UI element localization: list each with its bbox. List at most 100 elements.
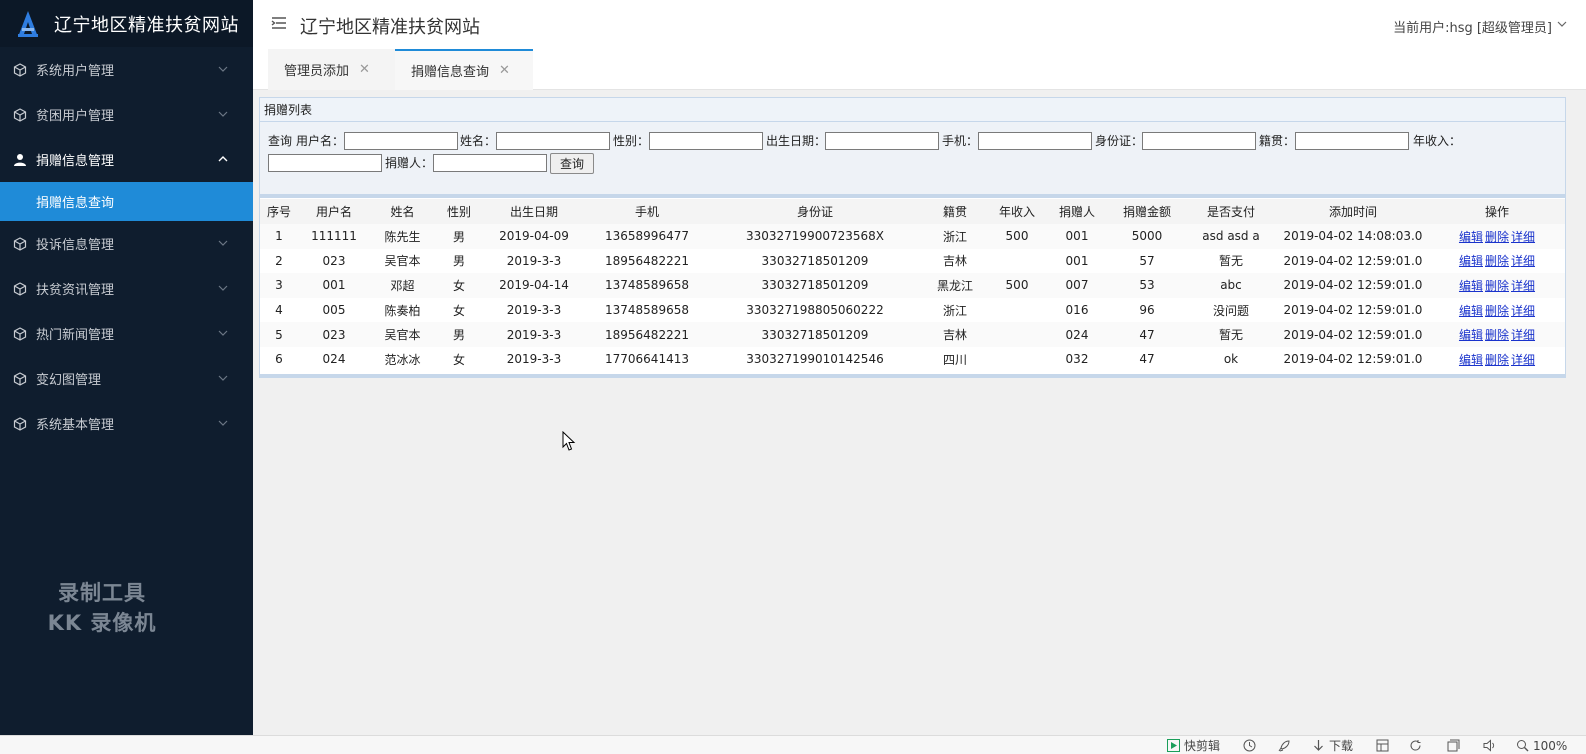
column-header: 姓名 [370,199,435,224]
edit-link[interactable]: 编辑 [1459,279,1483,293]
tab-label: 捐赠信息查询 [411,65,490,80]
table-cell: 女 [435,273,483,298]
status-item-refresh[interactable] [1409,737,1426,754]
table-cell: 女 [452,352,465,367]
hometown-input[interactable] [1295,132,1409,150]
detail-link[interactable]: 详细 [1511,279,1535,293]
chevron-down-icon [218,111,228,117]
table-cell: 33032719900723568X [709,224,921,249]
table-cell: 2019-04-14 [483,273,585,298]
phone-input[interactable] [978,132,1092,150]
sidebar-item-poor-users[interactable]: 贫困用户管理 [0,92,253,137]
table-cell: 2019-04-02 12:59:01.0 [1283,352,1423,367]
menu-toggle-icon[interactable] [271,16,287,30]
delete-link[interactable]: 删除 [1485,304,1509,318]
table-cell: 3 [260,273,298,298]
table-cell: 53 [1109,273,1185,298]
row-actions: 编辑 删除 详细 [1429,347,1565,372]
table-cell: abc [1185,273,1277,298]
detail-link[interactable]: 详细 [1511,254,1535,268]
column-header: 性别 [435,199,483,224]
table-cell: 1 [260,224,298,249]
sidebar-item-system-users[interactable]: 系统用户管理 [0,47,253,92]
sidebar-item-complaints[interactable]: 投诉信息管理 [0,221,253,266]
column-header: 添加时间 [1277,199,1429,224]
donor-input[interactable] [433,154,547,172]
sidebar-item-label: 变幻图管理 [36,373,102,388]
status-item-clock[interactable] [1243,737,1260,754]
id-card-input[interactable] [1142,132,1256,150]
sidebar-item-label: 捐赠信息管理 [36,154,115,169]
name-input[interactable] [496,132,610,150]
status-item-rocket[interactable] [1278,737,1295,754]
close-icon[interactable]: ✕ [359,62,370,77]
sidebar-item-carousel[interactable]: 变幻图管理 [0,356,253,401]
birthdate-input[interactable] [825,132,939,150]
column-header: 是否支付 [1185,199,1277,224]
sidebar-item-poverty-news[interactable]: 扶贫资讯管理 [0,266,253,311]
table-cell: 33032718501209 [709,273,921,298]
chevron-down-icon[interactable] [1557,20,1567,28]
current-user[interactable]: 当前用户:hsg [超级管理员] [1393,17,1552,36]
gender-input[interactable] [649,132,763,150]
label-phone: 手机： [942,134,979,148]
edit-link[interactable]: 编辑 [1459,328,1483,342]
status-item-download[interactable]: 下载 [1312,737,1353,754]
detail-link[interactable]: 详细 [1511,353,1535,367]
delete-link[interactable]: 删除 [1485,230,1509,244]
sidebar-item-donation[interactable]: 捐赠信息管理 [0,137,253,182]
delete-link[interactable]: 删除 [1485,353,1509,367]
table-cell: 024 [322,352,346,367]
search-form: 查询 用户名： 姓名： 性别： 出生日期： 手机： 身份证： 籍贯： 年收入： … [260,122,1565,194]
cube-icon [13,62,27,77]
sidebar-subitem-donation-query[interactable]: 捐赠信息查询 [0,182,253,221]
status-item-quick-edit[interactable]: 快剪辑 [1167,737,1220,754]
delete-link[interactable]: 删除 [1485,254,1509,268]
table-cell: 男 [435,322,483,347]
edit-link[interactable]: 编辑 [1459,353,1483,367]
sidebar: 辽宁地区精准扶贫网站 系统用户管理 贫困用户管理 捐赠信息管理 捐赠信息查询 投… [0,0,253,735]
delete-link[interactable]: 删除 [1485,279,1509,293]
table-cell: 023 [322,253,346,268]
status-item-window[interactable] [1447,737,1464,754]
status-item-layout[interactable] [1376,737,1393,754]
label-name: 姓名： [460,134,497,148]
tab-admin-add[interactable]: 管理员添加 ✕ [268,49,395,90]
table-cell: 邓超 [370,273,435,298]
refresh-icon [1410,740,1421,751]
edit-link[interactable]: 编辑 [1459,230,1483,244]
table-row: 1 111111 陈先生男 2019-04-09 13658996477 33032719… [260,224,1565,249]
column-header: 手机 [585,199,709,224]
table-cell: 13748589658 [585,273,709,298]
recorder-watermark: 录制工具 KK 录像机 [32,578,172,638]
label-income: 年收入： [1413,134,1462,148]
query-button[interactable]: 查询 [550,153,594,174]
sidebar-item-label: 系统用户管理 [36,64,115,79]
income-input[interactable] [268,154,382,172]
close-icon[interactable]: ✕ [499,63,510,78]
cube-icon [13,416,27,431]
edit-link[interactable]: 编辑 [1459,304,1483,318]
tab-donation-query[interactable]: 捐赠信息查询 ✕ [395,49,533,90]
donation-list-panel: 捐赠列表 查询 用户名： 姓名： 性别： 出生日期： 手机： 身份证： 籍贯： … [259,97,1566,378]
status-item-speaker[interactable] [1483,737,1500,754]
status-item-zoom[interactable]: 100% [1516,737,1567,754]
table-cell: 024 [1045,322,1109,347]
table-cell: 浙江 [942,303,967,318]
chevron-down-icon [218,240,228,246]
table-cell: 500 [989,224,1045,249]
username-input[interactable] [344,132,458,150]
delete-link[interactable]: 删除 [1485,328,1509,342]
sidebar-item-system-basic[interactable]: 系统基本管理 [0,401,253,446]
detail-link[interactable]: 详细 [1511,304,1535,318]
table-cell: 男 [452,254,465,269]
mouse-cursor-icon [562,431,576,451]
watermark-line: KK 录像机 [47,611,157,635]
detail-link[interactable]: 详细 [1511,328,1535,342]
label-donor: 捐赠人： [385,156,434,170]
rocket-icon [1278,740,1290,752]
table-cell: 032 [1065,352,1089,367]
detail-link[interactable]: 详细 [1511,230,1535,244]
edit-link[interactable]: 编辑 [1459,254,1483,268]
sidebar-item-hot-news[interactable]: 热门新闻管理 [0,311,253,356]
